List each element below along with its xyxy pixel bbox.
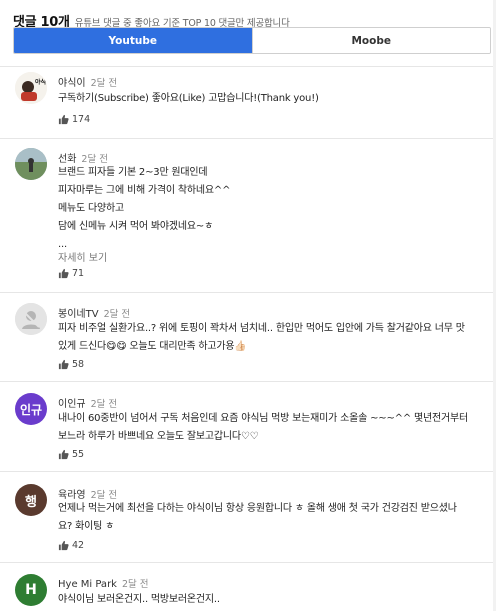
thumbs-up-icon	[58, 540, 69, 551]
comment-author[interactable]: 육라영	[58, 486, 86, 501]
avatar[interactable]: 행	[15, 484, 47, 516]
source-tabs: Youtube Moobe	[13, 27, 491, 54]
comment-meta: 선화 2달 전	[58, 150, 108, 165]
avatar[interactable]: 야식	[15, 72, 47, 104]
comment-time: 2달 전	[90, 490, 118, 501]
comment-line: 있게 드신다😋😋 오늘도 대리만족 하고가용👍🏻	[58, 341, 247, 352]
comment-line: 야식이님 보러온건지.. 먹방보러온건지..	[58, 594, 220, 605]
divider	[0, 471, 496, 472]
avatar[interactable]	[15, 303, 47, 335]
avatar[interactable]: 인규	[15, 393, 47, 425]
comment-time: 2달 전	[121, 579, 149, 590]
like-count-value: 58	[72, 359, 85, 370]
comment-text: 내나이 60중반이 넘어서 구독 처음인데 요즘 야식님 먹방 보는재미가 소올…	[58, 410, 468, 446]
like-count[interactable]: 55	[58, 449, 84, 460]
comment-item: 봉이네TV 2달 전 피자 비주얼 실환가요..? 위에 토핑이 꽉차서 넘치네…	[0, 303, 496, 373]
divider	[0, 381, 496, 382]
comment-meta: 이인규 2달 전	[58, 395, 117, 410]
comment-meta: 야식이 2달 전	[58, 74, 117, 89]
comment-time: 2달 전	[90, 399, 118, 410]
comment-line: 언제나 먹는거에 최선을 다하는 야식이님 항상 응원합니다 ㅎ 올해 생애 첫…	[58, 503, 457, 514]
comment-meta: 봉이네TV 2달 전	[58, 305, 130, 320]
comment-line: 내나이 60중반이 넘어서 구독 처음인데 요즘 야식님 먹방 보는재미가 소올…	[58, 413, 468, 424]
thumbs-up-icon	[58, 268, 69, 279]
comments-header: 댓글 10개 유튜브 댓글 중 좋아요 기준 TOP 10 댓글만 제공합니다	[13, 11, 493, 30]
like-count-value: 71	[72, 268, 85, 279]
thumbs-up-icon	[58, 449, 69, 460]
like-count-value: 55	[72, 449, 85, 460]
tab-youtube[interactable]: Youtube	[14, 28, 252, 53]
comment-meta: Hye Mi Park 2달 전	[58, 576, 149, 590]
tab-moobe[interactable]: Moobe	[251, 28, 490, 53]
comment-item: 행 육라영 2달 전 언제나 먹는거에 최선을 다하는 야식이님 항상 응원합니…	[0, 484, 496, 554]
divider	[0, 138, 496, 139]
comment-line: 보느라 하루가 바쁘네요 오늘도 잘보고갑니다♡♡	[58, 431, 259, 442]
comment-time: 2달 전	[81, 154, 108, 165]
like-count[interactable]: 174	[58, 114, 90, 125]
comment-text: 언제나 먹는거에 최선을 다하는 야식이님 항상 응원합니다 ㅎ 올해 생애 첫…	[58, 500, 457, 536]
like-count[interactable]: 42	[58, 540, 84, 551]
comment-line: 담에 신메뉴 시켜 먹어 봐야겠네요~ㅎ	[58, 221, 214, 232]
comment-text: 브랜드 피자들 기본 2~3만 원대인데 피자마루는 그에 비해 가격이 착하네…	[58, 164, 230, 254]
show-more-link[interactable]: 자세히 보기	[58, 249, 107, 264]
comment-author[interactable]: 이인규	[58, 395, 86, 410]
comment-item: H Hye Mi Park 2달 전 야식이님 보러온건지.. 먹방보러온건지.…	[0, 574, 496, 611]
divider	[0, 66, 496, 67]
comment-text: 구독하기(Subscribe) 좋아요(Like) 고맙습니다!(Thank y…	[58, 90, 319, 108]
comment-line: 브랜드 피자들 기본 2~3만 원대인데	[58, 167, 208, 178]
divider	[0, 562, 496, 563]
comment-author[interactable]: 봉이네TV	[58, 305, 99, 320]
comment-time: 2달 전	[103, 309, 131, 320]
comment-item: 야식 야식이 2달 전 구독하기(Subscribe) 좋아요(Like) 고맙…	[0, 72, 496, 132]
comment-text: 야식이님 보러온건지.. 먹방보러온건지..	[58, 591, 220, 609]
divider	[0, 292, 496, 293]
comment-author[interactable]: Hye Mi Park	[58, 579, 117, 590]
thumbs-up-icon	[58, 359, 69, 370]
avatar[interactable]: H	[15, 574, 47, 606]
like-count-value: 42	[72, 540, 85, 551]
comment-item: 인규 이인규 2달 전 내나이 60중반이 넘어서 구독 처음인데 요즘 야식님…	[0, 393, 496, 463]
like-count[interactable]: 58	[58, 359, 84, 370]
like-count-value: 174	[72, 114, 91, 125]
comment-text: 피자 비주얼 실환가요..? 위에 토핑이 꽉차서 넘치네.. 한입만 먹어도 …	[58, 320, 465, 356]
comment-author[interactable]: 선화	[58, 150, 76, 165]
comment-item: 선화 2달 전 브랜드 피자들 기본 2~3만 원대인데 피자마루는 그에 비해…	[0, 148, 496, 288]
comment-author[interactable]: 야식이	[58, 74, 86, 89]
avatar[interactable]	[15, 148, 47, 180]
comment-line: 피자마루는 그에 비해 가격이 착하네요^^	[58, 185, 231, 196]
svg-text:야식: 야식	[35, 78, 46, 86]
comment-line: 메뉴도 다양하고	[58, 203, 124, 214]
thumbs-up-icon	[58, 114, 69, 125]
comment-line: 피자 비주얼 실환가요..? 위에 토핑이 꽉차서 넘치네.. 한입만 먹어도 …	[58, 323, 465, 334]
comment-line: 요? 화이팅 ㅎ	[58, 521, 115, 532]
comment-time: 2달 전	[90, 78, 118, 89]
like-count[interactable]: 71	[58, 268, 84, 279]
comment-meta: 육라영 2달 전	[58, 486, 117, 501]
comment-line: 구독하기(Subscribe) 좋아요(Like) 고맙습니다!(Thank y…	[58, 93, 319, 104]
